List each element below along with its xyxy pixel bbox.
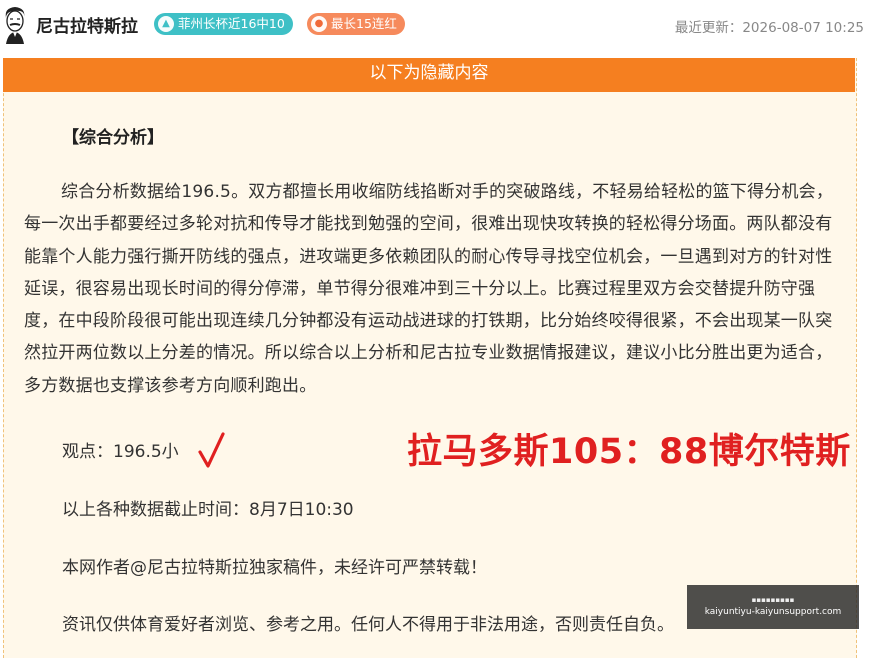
top-bar: 尼古拉特斯拉 ▲ 菲州长杯近16中10 ● 最长15连红 最近更新：2026-0… xyxy=(0,0,870,50)
checkmark-icon xyxy=(198,432,225,468)
fire-icon: ● xyxy=(311,16,327,32)
watermark-url: kaiyuntiyu-kaiyunsupport.com xyxy=(704,607,842,617)
last-updated: 最近更新：2026-08-07 10:25 xyxy=(674,20,864,36)
watermark-top-text: ▪▪▪▪▪▪▪▪▪ xyxy=(751,596,795,604)
data-cutoff-time: 以上各种数据截止时间：8月7日10:30 xyxy=(62,500,354,520)
streak-badge-label: 菲州长杯近16中10 xyxy=(178,16,285,31)
arrow-up-icon: ▲ xyxy=(158,16,174,32)
viewpoint: 观点：196.5小 xyxy=(62,442,179,462)
analysis-paragraph: 综合分析数据给196.5。双方都擅长用收缩防线掐断对手的突破路线，不轻易给轻松的… xyxy=(24,182,834,396)
winning-streak-badge: ● 最长15连红 xyxy=(307,13,405,35)
author-name[interactable]: 尼古拉特斯拉 xyxy=(36,12,138,37)
avatar[interactable] xyxy=(0,4,30,44)
copyright-notice: 本网作者@尼古拉特斯拉独家稿件，未经许可严禁转载！ xyxy=(62,558,487,578)
streak-badge: ▲ 菲州长杯近16中10 xyxy=(154,13,293,35)
disclaimer: 资讯仅供体育爱好者浏览、参考之用。任何人不得用于非法用途，否则责任自负。 xyxy=(62,615,674,635)
match-result: 拉马多斯105：88博尔特斯 xyxy=(407,432,851,472)
winning-streak-badge-label: 最长15连红 xyxy=(331,16,397,31)
hidden-content-banner: 以下为隐藏内容 xyxy=(3,58,855,92)
watermark: ▪▪▪▪▪▪▪▪▪ kaiyuntiyu-kaiyunsupport.com xyxy=(687,585,859,629)
section-heading: 【综合分析】 xyxy=(62,128,164,148)
